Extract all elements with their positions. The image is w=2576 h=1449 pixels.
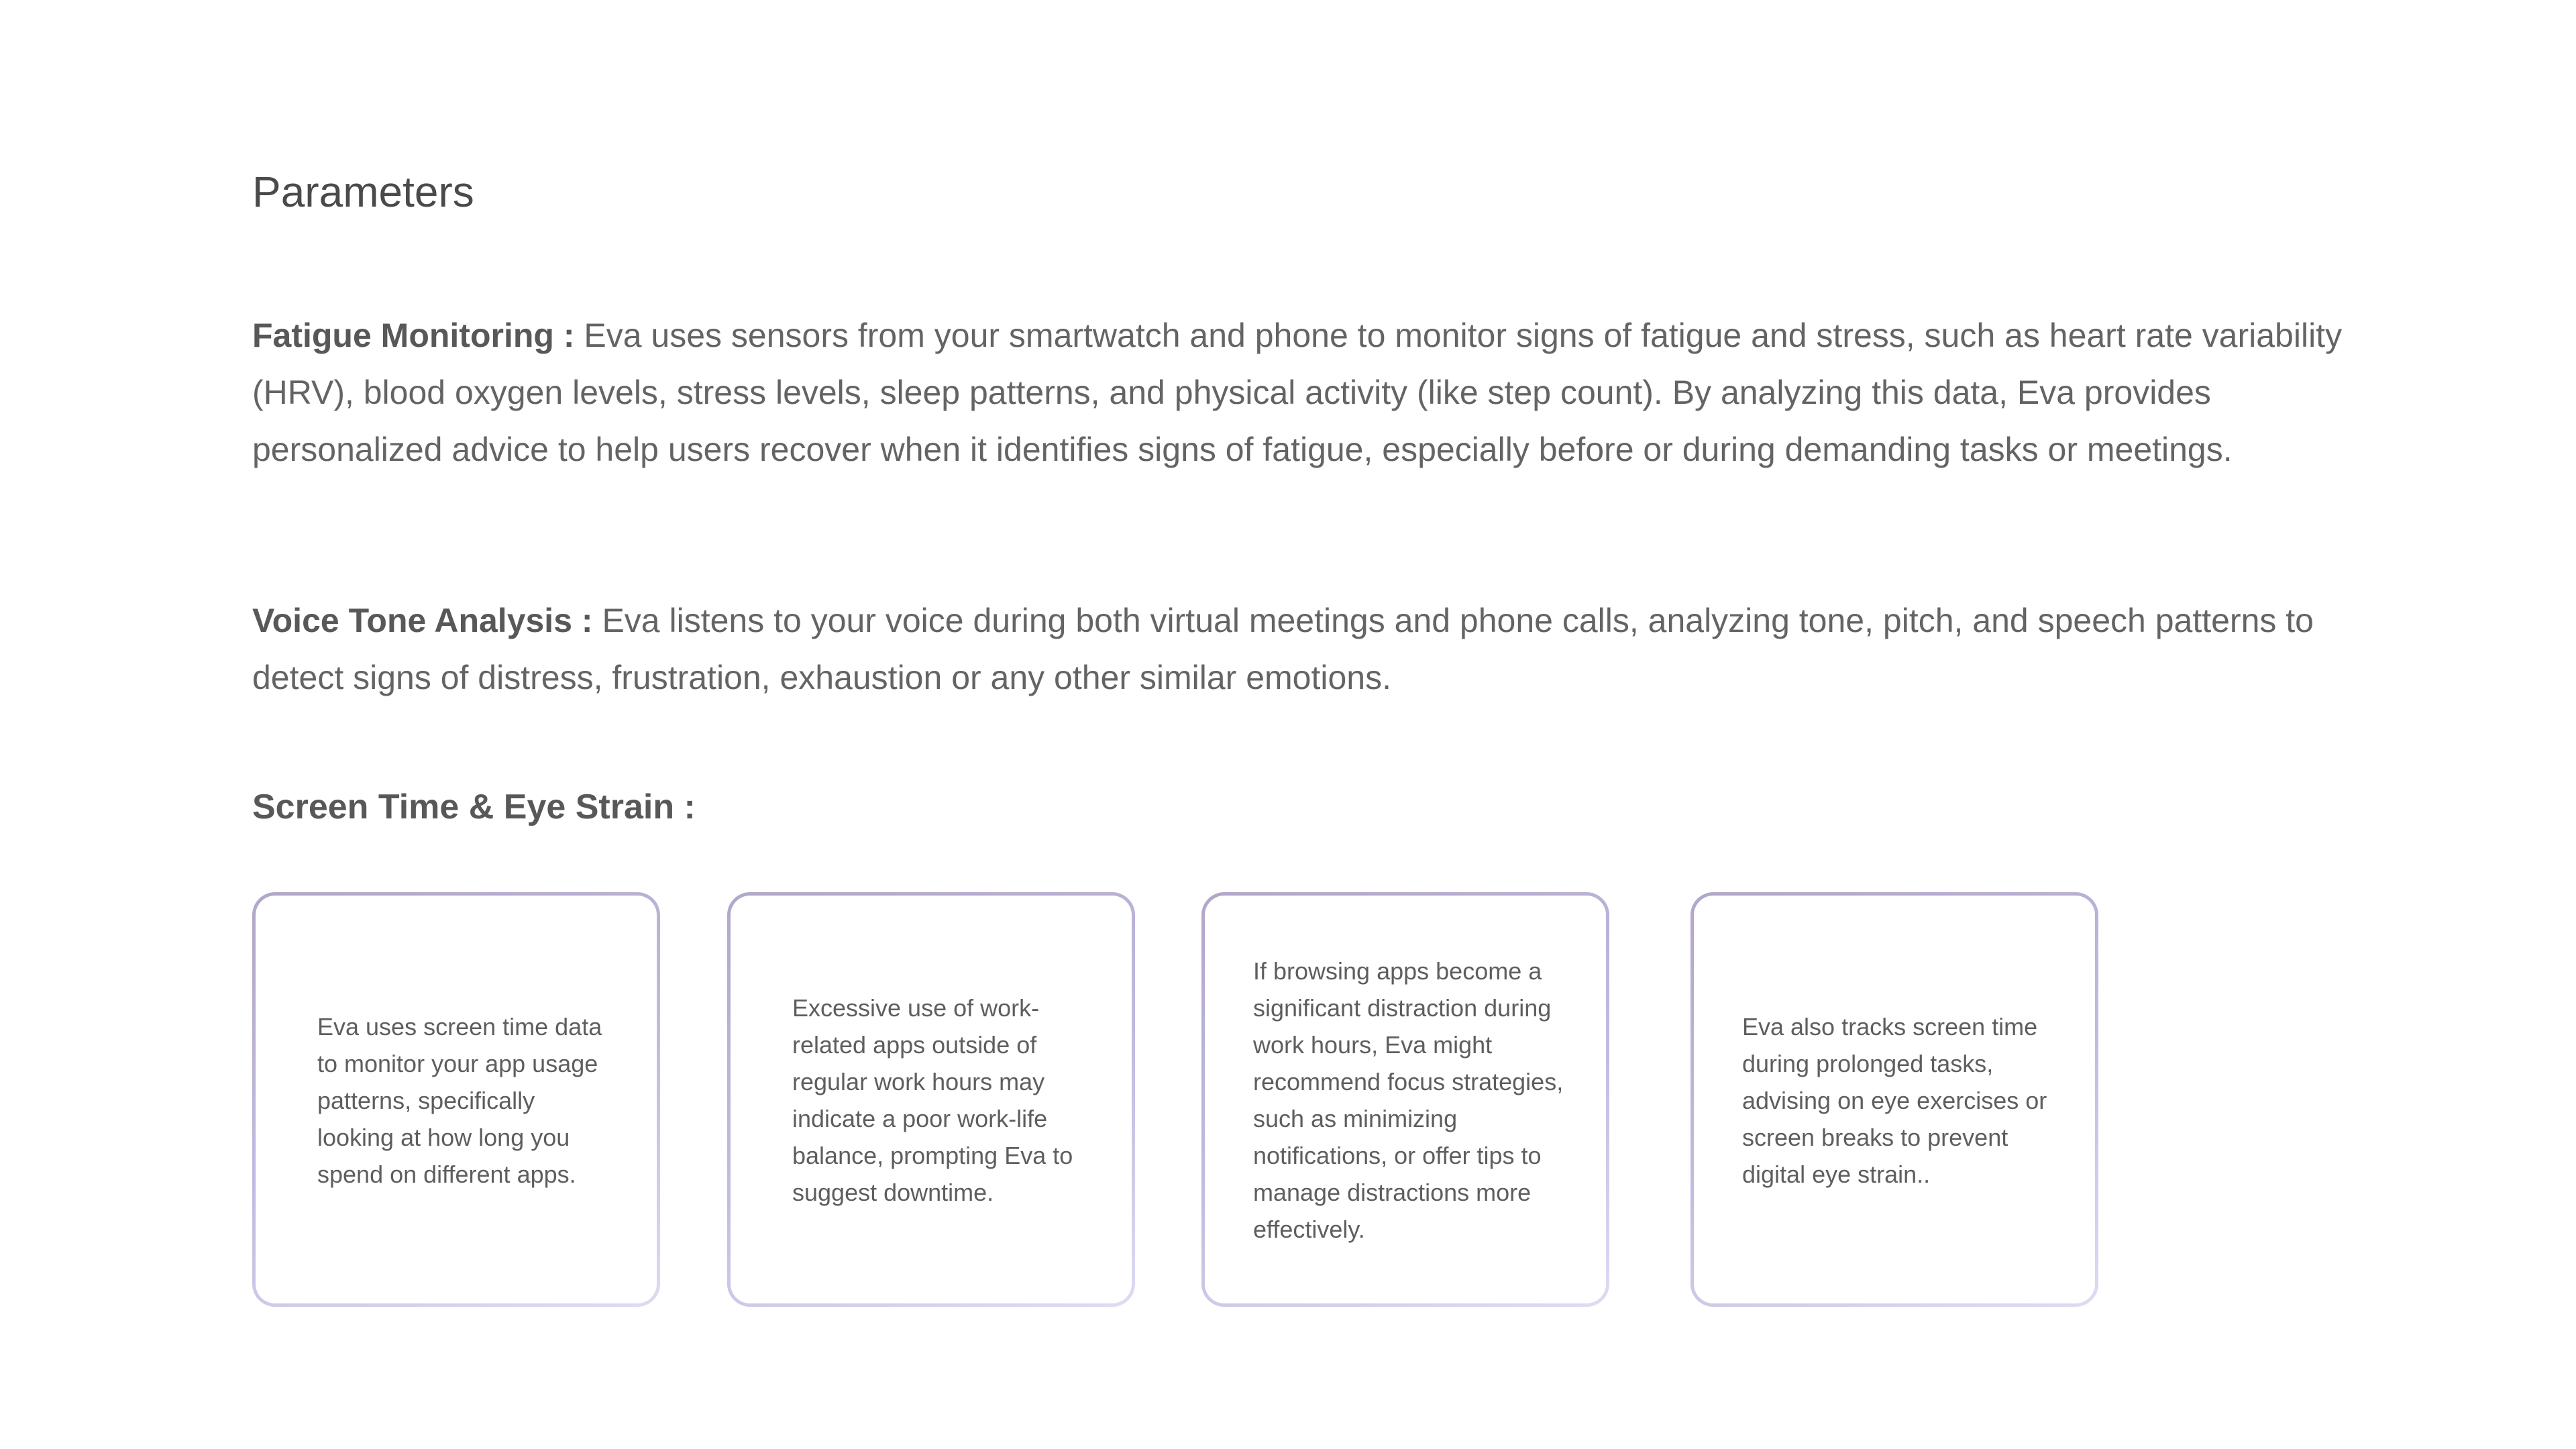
card-text: Excessive use of work-related apps outsi… [792,994,1073,1206]
eye-strain-card: Eva also tracks screen time during prolo… [1690,892,2098,1307]
card-text: Eva also tracks screen time during prolo… [1742,1012,2047,1188]
screen-time-card: Eva uses screen time data to monitor you… [252,892,660,1307]
card-text: If browsing apps become a significant di… [1253,957,1564,1243]
voice-tone-analysis-label: Voice Tone Analysis : [252,602,593,639]
screen-time-heading: Screen Time & Eye Strain : [252,788,696,826]
fatigue-monitoring-label: Fatigue Monitoring : [252,317,575,354]
fatigue-monitoring-paragraph: Fatigue Monitoring : Eva uses sensors fr… [252,307,2345,478]
card-text: Eva uses screen time data to monitor you… [317,1012,602,1188]
distraction-card: If browsing apps become a significant di… [1201,892,1609,1307]
work-life-balance-card: Excessive use of work-related apps outsi… [727,892,1135,1307]
page-title: Parameters [252,168,474,216]
voice-tone-analysis-paragraph: Voice Tone Analysis : Eva listens to you… [252,592,2345,706]
